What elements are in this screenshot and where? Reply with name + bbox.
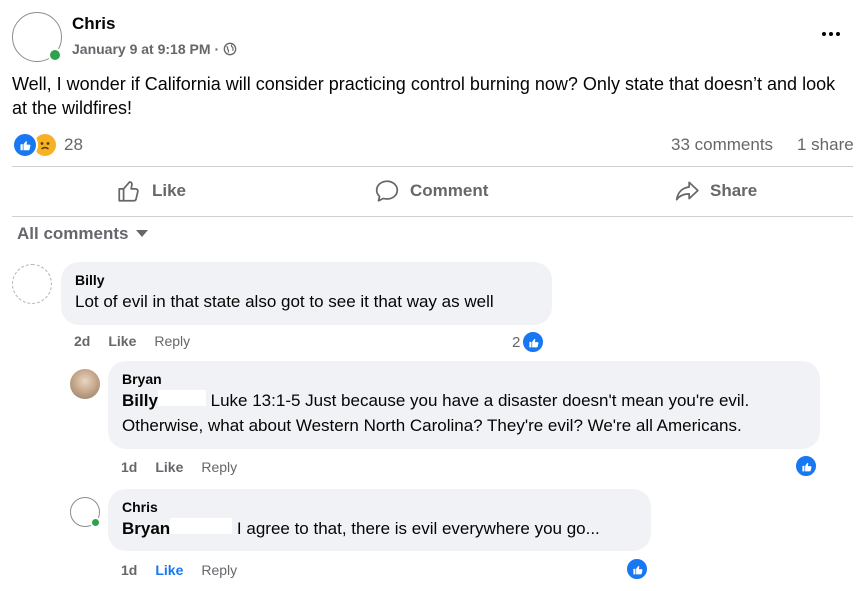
share-button[interactable]: Share [674, 177, 757, 205]
reply-text-line1: Luke 13:1-5 Just because you have a disa… [210, 391, 750, 410]
reply-text-chris: Bryan I agree to that, there is evil eve… [122, 516, 637, 541]
meta-separator: · [214, 41, 220, 57]
caret-down-icon [136, 230, 149, 238]
reply-reply-button[interactable]: Reply [201, 459, 237, 475]
post-body-text: Well, I wonder if California will consid… [12, 74, 836, 118]
like-button-label: Like [152, 181, 187, 200]
post-timestamp-row: January 9 at 9:18 PM · [72, 41, 237, 57]
speech-bubble-icon [374, 178, 410, 204]
thumbs-up-icon [116, 178, 152, 204]
comment-button-label: Comment [410, 181, 489, 200]
comment-button[interactable]: Comment [374, 177, 488, 205]
reaction-count: 28 [64, 135, 83, 154]
post-date[interactable]: January 9 at 9:18 PM [72, 41, 211, 57]
reply-bubble-chris: Chris Bryan I agree to that, there is ev… [108, 489, 651, 551]
divider-bottom [12, 216, 853, 217]
comment-like-button[interactable]: Like [108, 333, 136, 349]
shares-count[interactable]: 1 share [797, 135, 854, 155]
reply-avatar[interactable] [70, 369, 100, 399]
share-arrow-icon [674, 178, 710, 204]
comment-text: Lot of evil in that state also got to se… [75, 292, 494, 311]
globe-icon [223, 42, 237, 56]
comment-filter-label: All comments [17, 224, 129, 243]
reactions-summary[interactable]: 28 [12, 132, 83, 158]
comment-time[interactable]: 2d [74, 333, 90, 349]
reply-time[interactable]: 1d [121, 459, 137, 475]
comment-bubble: Billy Lot of evil in that state also got… [61, 262, 552, 325]
reply-actions-chris: 1d Like Reply [121, 562, 237, 578]
share-button-label: Share [710, 181, 758, 200]
reply-text: Billy Luke 13:1-5 Just because you have … [122, 388, 806, 438]
reply-text-line2: Otherwise, what about Western North Caro… [122, 416, 742, 435]
commenter-avatar[interactable] [12, 264, 52, 304]
reply-time-chris[interactable]: 1d [121, 562, 137, 578]
reply-like-badge-icon-chris[interactable] [625, 557, 649, 581]
mention-tag[interactable]: Billy [122, 391, 158, 410]
like-reaction-icon [12, 132, 38, 158]
reply-author-name-chris[interactable]: Chris [122, 499, 637, 515]
like-badge-icon [521, 330, 546, 354]
reply-like-button[interactable]: Like [155, 459, 183, 475]
comments-count[interactable]: 33 comments [671, 135, 773, 155]
commenter-name[interactable]: Billy [75, 272, 538, 288]
reply-like-badge-icon[interactable] [794, 454, 818, 478]
more-options-button[interactable] [822, 24, 848, 44]
mention-tag-bryan[interactable]: Bryan [122, 519, 170, 538]
online-status-indicator [48, 48, 62, 62]
reply-actions: 1d Like Reply [121, 459, 237, 475]
reply-bubble: Bryan Billy Luke 13:1-5 Just because you… [108, 361, 820, 449]
comment-actions: 2d Like Reply [74, 333, 190, 349]
reply-online-indicator [90, 517, 101, 528]
comment-filter-dropdown[interactable]: All comments [17, 224, 149, 244]
reply-text-chris-body: I agree to that, there is evil everywher… [236, 519, 600, 538]
reply-author-name[interactable]: Bryan [122, 371, 806, 387]
like-button[interactable]: Like [116, 177, 186, 205]
reply-like-button-chris[interactable]: Like [155, 562, 183, 578]
reply-reply-button-chris[interactable]: Reply [201, 562, 237, 578]
post-author-name[interactable]: Chris [72, 14, 115, 34]
comment-reply-button[interactable]: Reply [154, 333, 190, 349]
comment-like-count[interactable]: 2 [512, 330, 546, 354]
divider-top [12, 166, 853, 167]
more-dots-icon [822, 32, 840, 36]
like-count-value: 2 [512, 333, 521, 351]
